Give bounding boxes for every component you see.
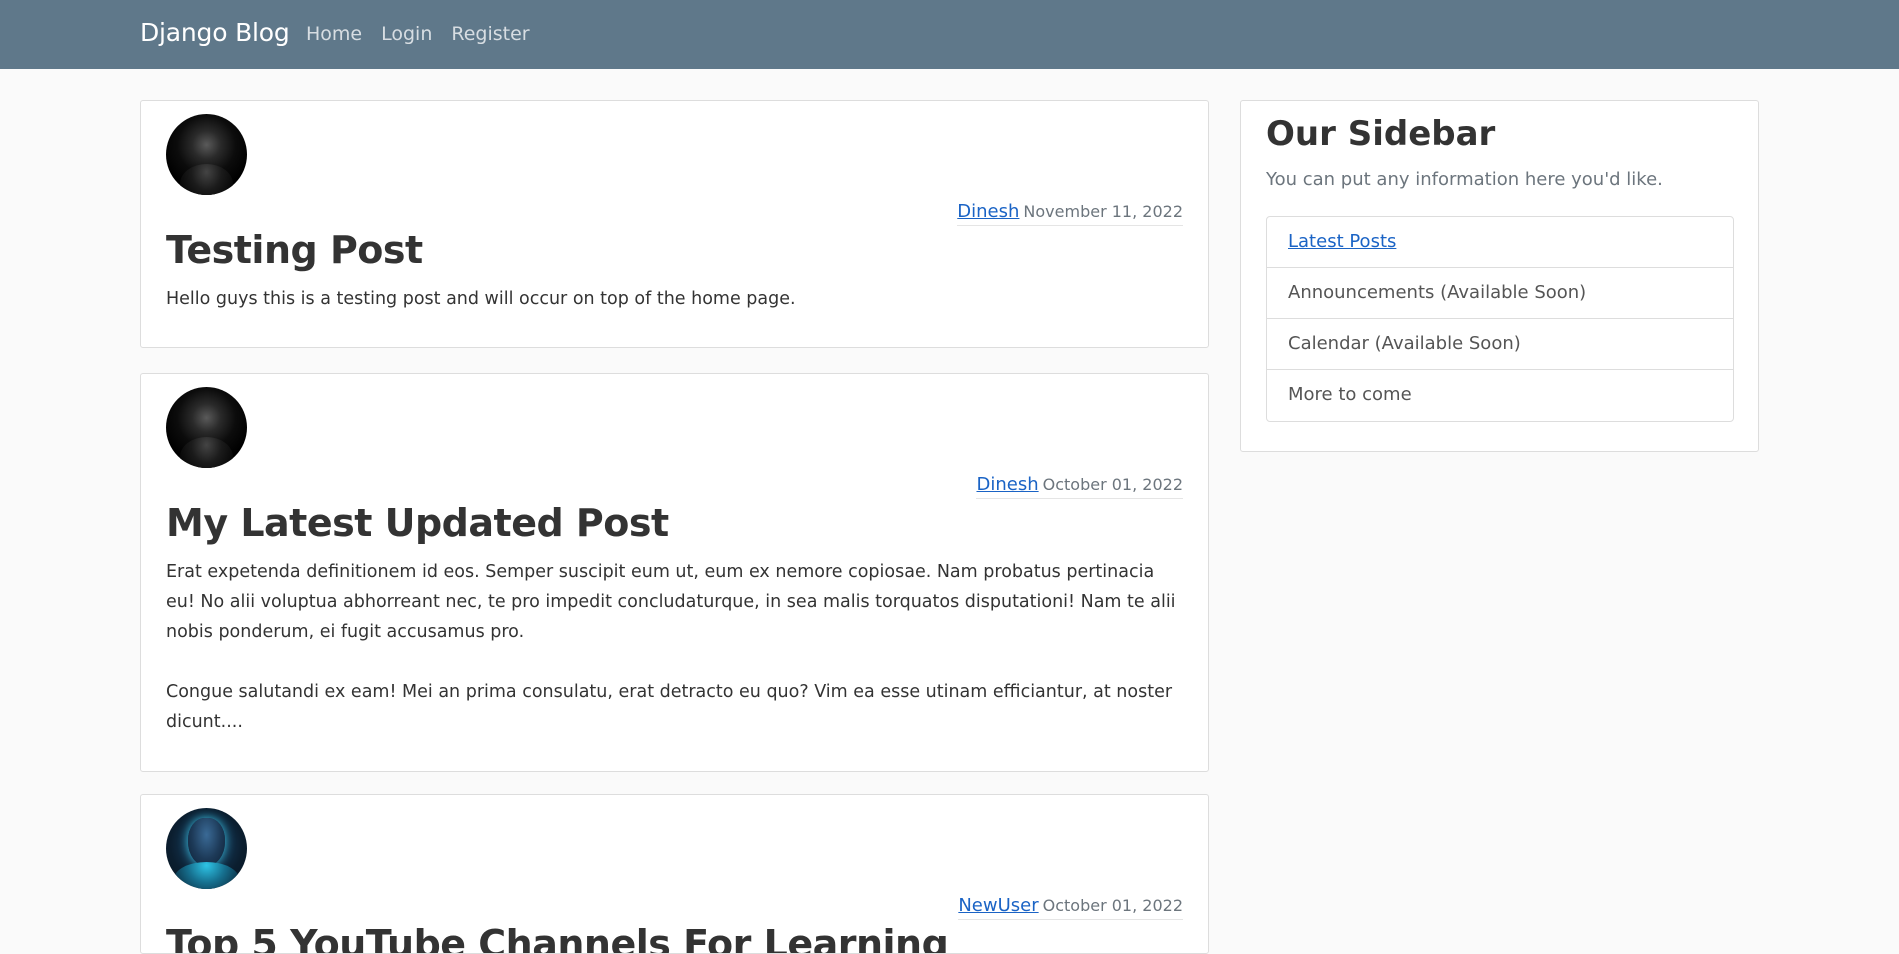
post-author-link[interactable]: Dinesh (957, 201, 1019, 222)
author-avatar (166, 808, 247, 889)
post-title-link[interactable]: Testing Post (166, 228, 423, 272)
post-card: Dinesh November 11, 2022 Testing Post Hel… (140, 100, 1209, 348)
post-meta: NewUser October 01, 2022 (958, 895, 1183, 920)
sidebar-item-calendar: Calendar (Available Soon) (1267, 319, 1733, 370)
post-date: October 01, 2022 (1042, 475, 1183, 494)
top-navbar: Django Blog Home Login Register (0, 0, 1899, 69)
sidebar-title: Our Sidebar (1266, 114, 1496, 154)
sidebar: Our Sidebar You can put any information … (1240, 100, 1759, 452)
nav-register-link[interactable]: Register (451, 23, 529, 45)
latest-posts-link[interactable]: Latest Posts (1288, 231, 1396, 252)
post-paragraph: Erat expetenda definitionem id eos. Semp… (166, 562, 1176, 642)
sidebar-item-latest-posts: Latest Posts (1267, 217, 1733, 268)
nav-links: Home Login Register (306, 23, 530, 45)
sidebar-item-announcements: Announcements (Available Soon) (1267, 268, 1733, 319)
sidebar-list: Latest Posts Announcements (Available So… (1266, 216, 1734, 422)
post-card: NewUser October 01, 2022 Top 5 YouTube Ch… (140, 794, 1209, 954)
sidebar-item-more: More to come (1288, 384, 1412, 405)
post-content: Hello guys this is a testing post and wi… (166, 284, 1186, 344)
post-author-link[interactable]: NewUser (958, 895, 1038, 916)
post-meta: Dinesh November 11, 2022 (957, 201, 1183, 226)
post-content: Erat expetenda definitionem id eos. Semp… (166, 557, 1186, 767)
nav-login-link[interactable]: Login (381, 23, 432, 45)
post-author-link[interactable]: Dinesh (976, 474, 1038, 495)
brand-link[interactable]: Django Blog (140, 18, 290, 47)
author-avatar (166, 114, 247, 195)
post-date: November 11, 2022 (1023, 202, 1183, 221)
post-title-link[interactable]: My Latest Updated Post (166, 501, 669, 545)
sidebar-description: You can put any information here you'd l… (1266, 169, 1663, 190)
author-avatar (166, 387, 247, 468)
post-meta: Dinesh October 01, 2022 (976, 474, 1183, 499)
post-card: Dinesh October 01, 2022 My Latest Updated… (140, 373, 1209, 772)
post-title-link[interactable]: Top 5 YouTube Channels For Learning (166, 922, 949, 953)
post-date: October 01, 2022 (1042, 896, 1183, 915)
nav-home-link[interactable]: Home (306, 23, 362, 45)
post-paragraph: Congue salutandi ex eam! Mei an prima co… (166, 682, 1173, 732)
post-paragraph: Hello guys this is a testing post and wi… (166, 289, 796, 309)
